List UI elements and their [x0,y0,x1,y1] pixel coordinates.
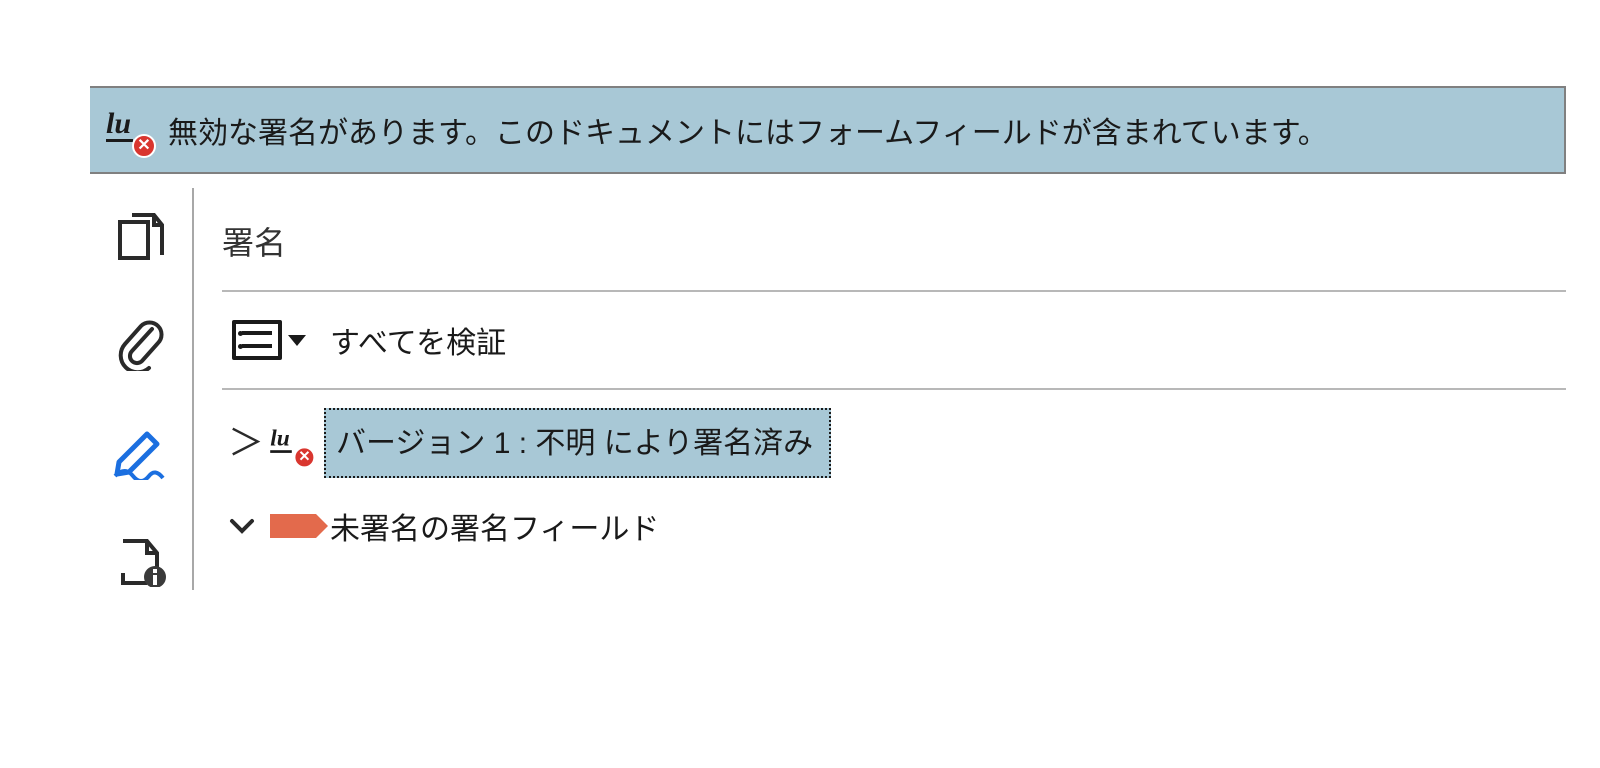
unsigned-fields-label[interactable]: 未署名の署名フィールド [330,504,659,548]
verify-all-label[interactable]: すべてを検証 [330,318,506,362]
verify-all-row[interactable]: すべてを検証 [222,292,1566,388]
page-thumbnails-icon[interactable] [111,208,171,266]
caret-down-icon [288,335,306,346]
panel-options-icon[interactable] [232,320,306,360]
document-properties-icon[interactable] [111,532,171,590]
attachments-icon[interactable] [111,316,171,374]
error-badge-icon: ✕ [294,447,316,469]
signature-field-tag-icon [270,514,316,538]
signature-tree-item[interactable]: ＞ lu ✕ バージョン 1 : 不明 により署名済み [222,390,1566,478]
signatures-panel: 署名 すべてを検証 ＞ lu ✕ バージョン 1 : 不明 により署名済み [194,188,1566,590]
signatures-panel-icon[interactable] [111,424,171,482]
expand-chevron-icon[interactable]: ＞ [228,425,256,461]
signature-invalid-icon: lu ✕ [270,423,310,463]
panel-title: 署名 [222,188,1566,290]
collapse-chevron-icon[interactable] [228,512,256,540]
signature-status-banner: lu ✕ 無効な署名があります。このドキュメントにはフォームフィールドが含まれて… [90,86,1566,174]
banner-message: 無効な署名があります。このドキュメントにはフォームフィールドが含まれています。 [168,108,1328,152]
nav-sidebar [90,188,194,590]
signature-invalid-icon: lu ✕ [106,108,150,152]
unsigned-fields-tree-item[interactable]: 未署名の署名フィールド [222,478,1566,548]
signature-item-label[interactable]: バージョン 1 : 不明 により署名済み [324,408,831,478]
error-badge-icon: ✕ [132,134,156,158]
